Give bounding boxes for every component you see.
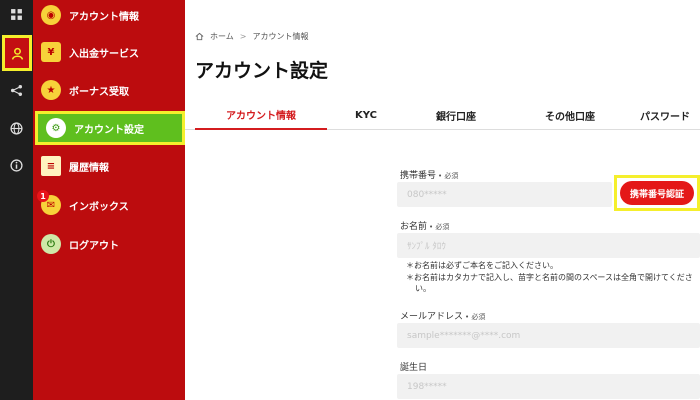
wallet-icon: ¥ xyxy=(41,42,61,62)
email-input[interactable]: sample*******@****.com xyxy=(397,323,700,348)
account-icon: ◉ xyxy=(41,5,61,25)
phone-label: 携帯番号 • 必須 xyxy=(400,168,458,181)
sidebar-item-history[interactable]: ≡ 履歴情報 xyxy=(33,147,185,185)
share-icon[interactable] xyxy=(0,75,33,105)
info-icon[interactable] xyxy=(0,150,33,180)
birthday-input[interactable]: 198***** xyxy=(397,374,700,399)
required-mark: • 必須 xyxy=(438,172,459,180)
page-title: アカウント設定 xyxy=(195,60,329,82)
sidebar-item-bonus[interactable]: ★ ボーナス受取 xyxy=(33,71,185,109)
name-label-text: お名前 xyxy=(400,222,428,232)
inbox-icon: ✉ 1 xyxy=(37,190,61,215)
breadcrumb-separator: > xyxy=(239,32,247,41)
name-input[interactable]: ｻﾝﾌﾟﾙ ﾀﾛｳ xyxy=(397,233,700,258)
globe-icon[interactable] xyxy=(0,113,33,143)
sidebar-item-account-settings[interactable]: ⚙ アカウント設定 xyxy=(35,111,185,145)
breadcrumb-current: アカウント情報 xyxy=(252,32,309,41)
history-icon: ≡ xyxy=(41,156,61,176)
tab-password[interactable]: パスワード xyxy=(640,100,700,130)
sidebar-item-label: ログアウト xyxy=(69,240,119,252)
email-label: メールアドレス • 必須 xyxy=(400,309,485,322)
tab-kyc[interactable]: KYC xyxy=(335,100,397,130)
sidebar-item-inbox[interactable]: ✉ 1 インボックス xyxy=(33,186,185,224)
user-icon[interactable] xyxy=(2,35,32,71)
sidebar-item-label: アカウント設定 xyxy=(74,124,144,136)
verify-highlight: 携帯番号認証 xyxy=(614,175,700,211)
sidebar-item-account-info[interactable]: ◉ アカウント情報 xyxy=(33,0,185,34)
bonus-icon: ★ xyxy=(41,80,61,100)
sidebar-item-label: 履歴情報 xyxy=(69,162,109,174)
phone-label-text: 携帯番号 xyxy=(400,171,437,181)
required-mark: • 必須 xyxy=(465,313,486,321)
tab-account-info[interactable]: アカウント情報 xyxy=(195,100,327,130)
tab-bar: アカウント情報 KYC 銀行口座 その他口座 パスワード xyxy=(185,100,700,130)
home-icon xyxy=(195,32,204,41)
sidebar-item-label: アカウント情報 xyxy=(69,11,139,23)
phone-input[interactable]: 080***** xyxy=(397,182,612,207)
sidebar-item-deposit-withdraw[interactable]: ¥ 入出金サービス xyxy=(33,33,185,71)
breadcrumb: ホーム > アカウント情報 xyxy=(195,31,308,42)
birthday-label: 誕生日 xyxy=(400,363,428,373)
sidebar-item-label: インボックス xyxy=(69,201,129,213)
logout-icon: ⏻ xyxy=(41,234,61,254)
inbox-badge: 1 xyxy=(37,190,49,202)
account-form: 携帯番号 • 必須 080***** 携帯番号認証 お名前 • 必須 ｻﾝﾌﾟﾙ ﾀ… xyxy=(185,130,700,400)
name-label: お名前 • 必須 xyxy=(400,219,449,232)
required-mark: • 必須 xyxy=(429,223,450,231)
main-content: ホーム > アカウント情報 アカウント設定 アカウント情報 KYC 銀行口座 そ… xyxy=(185,0,700,400)
sidebar-item-label: 入出金サービス xyxy=(69,48,139,60)
email-label-text: メールアドレス xyxy=(400,312,464,322)
tab-bank-account[interactable]: 銀行口座 xyxy=(417,100,495,130)
settings-icon: ⚙ xyxy=(46,118,66,138)
phone-verify-button[interactable]: 携帯番号認証 xyxy=(620,181,694,205)
sidebar: ◉ アカウント情報 ¥ 入出金サービス ★ ボーナス受取 ⚙ アカウント設定 ≡… xyxy=(33,0,185,400)
sidebar-item-label: ボーナス受取 xyxy=(69,86,129,98)
name-note-1: ＊お名前は必ずご本名をご記入ください。 xyxy=(406,261,558,270)
tab-other-account[interactable]: その他口座 xyxy=(520,100,620,130)
grid-icon[interactable] xyxy=(0,0,33,28)
icon-rail xyxy=(0,0,33,400)
name-note-2: ＊お名前はカタカナで記入し、苗字と名前の間のスペースは全角で開けてください。 xyxy=(406,273,693,293)
breadcrumb-home[interactable]: ホーム xyxy=(210,31,234,42)
sidebar-item-logout[interactable]: ⏻ ログアウト xyxy=(33,225,185,263)
